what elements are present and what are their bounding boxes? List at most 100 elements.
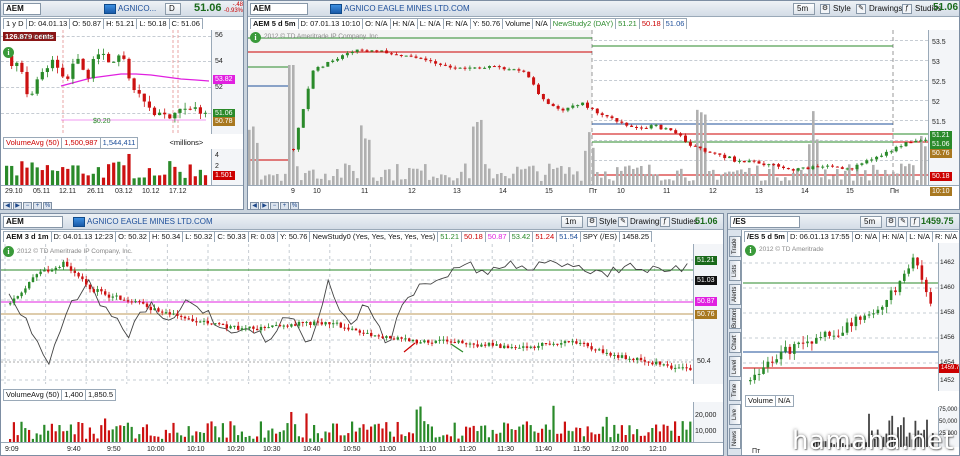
volume-bar bbox=[575, 427, 578, 442]
price-plot[interactable]: 126.879 cents i 2012 © TDA $0.20 bbox=[1, 30, 211, 134]
price-plot[interactable]: i 2012 © TD Ameritrade IP Company, Inc. bbox=[248, 30, 928, 185]
nav-controls[interactable]: ◀ ▶ − +% bbox=[250, 199, 300, 209]
candle bbox=[122, 55, 126, 59]
volume-bar bbox=[647, 432, 650, 442]
info-icon[interactable]: i bbox=[3, 246, 14, 257]
studies-icon[interactable]: ƒ bbox=[660, 217, 670, 227]
flag-icon[interactable] bbox=[330, 4, 342, 14]
period-button[interactable]: D bbox=[165, 3, 181, 15]
studies-icon[interactable]: ƒ bbox=[910, 217, 920, 227]
volume-bar bbox=[411, 433, 414, 442]
zoom-in-icon[interactable]: + bbox=[33, 202, 42, 209]
info-icon[interactable]: i bbox=[250, 32, 261, 43]
flag-icon[interactable] bbox=[104, 4, 116, 14]
y-axis: 53.5 53 52.5 52 51.5 51.21 51.06 50.76 5… bbox=[928, 30, 959, 185]
candle bbox=[335, 322, 339, 324]
volume-header: Volume N/A bbox=[745, 395, 794, 407]
side-tab-trade[interactable]: Trade bbox=[729, 236, 741, 257]
volume-bar bbox=[776, 177, 779, 185]
side-tab-lists[interactable]: Lists bbox=[729, 260, 741, 281]
side-tab-buttons[interactable]: Buttons bbox=[729, 308, 741, 329]
price-plot[interactable]: i 2012 © TD Ameritrade IP Company, Inc. bbox=[1, 244, 693, 384]
volume-bar bbox=[804, 173, 807, 185]
candle bbox=[309, 321, 312, 325]
candle bbox=[389, 336, 392, 339]
pencil-icon[interactable]: ✎ bbox=[898, 217, 908, 227]
volume-bar bbox=[628, 425, 631, 442]
candle bbox=[370, 332, 373, 336]
zoom-out-icon[interactable]: − bbox=[23, 202, 32, 209]
info-icon[interactable]: i bbox=[3, 47, 14, 58]
volume-bar bbox=[176, 432, 179, 442]
company-name[interactable]: AGNICO EAGLE MINES LTD.COM bbox=[87, 216, 213, 228]
drawings-button[interactable]: Drawings bbox=[869, 3, 902, 15]
zoom-in-icon[interactable]: + bbox=[280, 202, 289, 209]
candle bbox=[158, 112, 162, 116]
scroll-left-icon[interactable]: ◀ bbox=[250, 202, 259, 209]
x-tick: 11:20 bbox=[459, 446, 476, 453]
company-name[interactable]: AGNICO EAGLE MINES LTD.COM bbox=[344, 3, 470, 15]
gear-icon[interactable]: ⚙ bbox=[587, 217, 597, 227]
percent-icon[interactable]: % bbox=[290, 202, 299, 209]
volume-plot[interactable] bbox=[1, 149, 211, 185]
candle bbox=[117, 55, 121, 62]
symbol-input[interactable]: AEM bbox=[3, 3, 41, 15]
symbol-input[interactable]: AEM bbox=[250, 3, 308, 15]
company-name[interactable]: AGNICO... bbox=[118, 3, 156, 15]
stat-close: C: 51.06 bbox=[168, 18, 203, 29]
percent-icon[interactable]: % bbox=[43, 202, 52, 209]
volume-bar bbox=[294, 424, 297, 442]
period-button[interactable]: 5m bbox=[793, 3, 815, 15]
candle bbox=[112, 61, 116, 63]
candle bbox=[365, 50, 369, 52]
studies-button[interactable]: Studies bbox=[671, 216, 698, 228]
style-button[interactable]: Style bbox=[833, 3, 851, 15]
volume-v1: 1,400 bbox=[61, 389, 87, 401]
symbol-input[interactable]: /ES bbox=[730, 216, 800, 228]
side-tab-live[interactable]: Live bbox=[729, 404, 741, 425]
style-button[interactable]: Style bbox=[599, 216, 617, 228]
drawings-button[interactable]: Drawings bbox=[630, 216, 663, 228]
period-button[interactable]: 1m bbox=[561, 216, 583, 228]
candle bbox=[850, 168, 854, 170]
side-tab-level[interactable]: Level bbox=[729, 356, 741, 377]
candle bbox=[345, 53, 349, 56]
volume-bar bbox=[304, 173, 307, 185]
candle bbox=[126, 300, 130, 302]
candle bbox=[894, 290, 897, 293]
volume-bar bbox=[91, 173, 95, 185]
gear-icon[interactable]: ⚙ bbox=[886, 217, 896, 227]
pencil-icon[interactable]: ✎ bbox=[618, 217, 628, 227]
candle bbox=[178, 108, 182, 113]
scroll-right-icon[interactable]: ▶ bbox=[260, 202, 269, 209]
symbol-input[interactable]: AEM bbox=[3, 216, 63, 228]
info-icon[interactable]: i bbox=[745, 245, 756, 256]
side-tab-time[interactable]: Time bbox=[729, 380, 741, 401]
zoom-out-icon[interactable]: − bbox=[270, 202, 279, 209]
pencil-icon[interactable]: ✎ bbox=[856, 4, 866, 14]
annotation: $0.20 bbox=[93, 118, 111, 125]
side-tab-chart[interactable]: Chart bbox=[729, 332, 741, 353]
volume-bar bbox=[43, 424, 46, 442]
volume-bar bbox=[601, 426, 604, 442]
period-button[interactable]: 5m bbox=[860, 216, 882, 228]
volume-bar bbox=[514, 429, 517, 442]
flag-icon[interactable] bbox=[73, 217, 85, 227]
candle bbox=[434, 61, 438, 64]
candle bbox=[899, 146, 903, 148]
side-tab-alerts[interactable]: Alerts bbox=[729, 284, 741, 305]
nav-controls[interactable]: ◀ ▶ − +% bbox=[3, 199, 53, 209]
gear-icon[interactable]: ⚙ bbox=[820, 4, 830, 14]
candle bbox=[221, 324, 225, 326]
scroll-right-icon[interactable]: ▶ bbox=[13, 202, 22, 209]
stat-high: H: N/A bbox=[389, 18, 418, 29]
side-tab-news[interactable]: News bbox=[729, 428, 741, 449]
volume-bar bbox=[460, 171, 463, 185]
volume-plot[interactable] bbox=[1, 402, 693, 442]
candle bbox=[286, 325, 289, 327]
scroll-left-icon[interactable]: ◀ bbox=[3, 202, 12, 209]
candle bbox=[415, 339, 418, 344]
candle bbox=[20, 62, 24, 72]
studies-icon[interactable]: ƒ bbox=[902, 4, 912, 14]
price-plot[interactable]: i 2012 © TD Ameritrade bbox=[743, 243, 938, 391]
